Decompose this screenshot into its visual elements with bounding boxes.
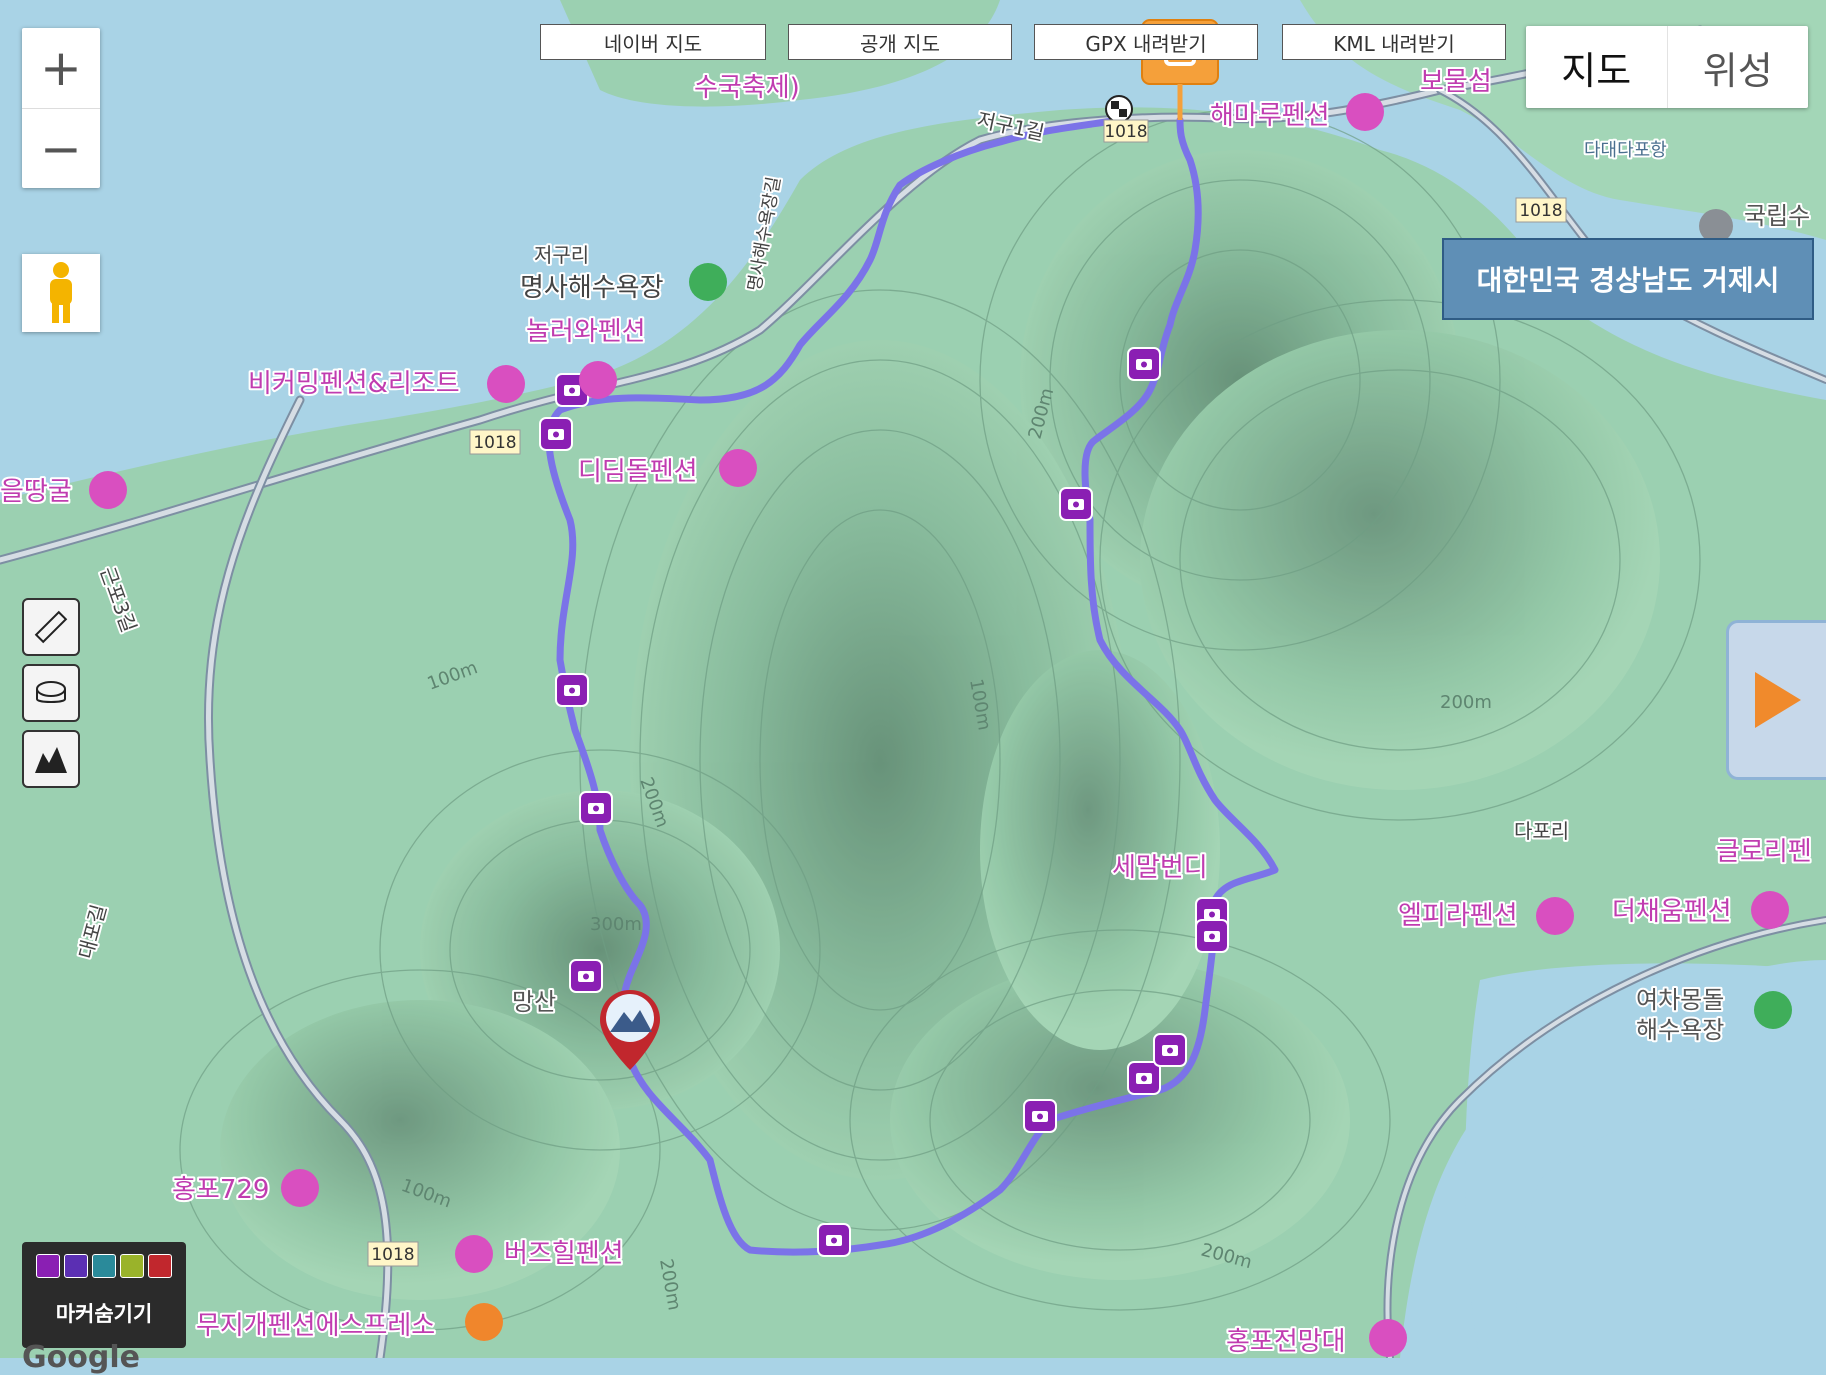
- marker-hide-button[interactable]: 마커숨기기: [22, 1242, 186, 1348]
- ruler-icon[interactable]: [22, 598, 80, 656]
- svg-text:홍포전망대: 홍포전망대: [1226, 1327, 1346, 1357]
- svg-text:1018: 1018: [371, 1245, 414, 1265]
- svg-text:무지개펜션에스프레소: 무지개펜션에스프레소: [196, 1311, 435, 1341]
- svg-text:놀러와펜션: 놀러와펜션: [526, 317, 646, 347]
- svg-text:명사해수욕장: 명사해수욕장: [520, 273, 664, 303]
- public-map-button[interactable]: 공개 지도: [788, 24, 1012, 60]
- finish-flag-icon[interactable]: [1105, 95, 1133, 123]
- zoom-control: + −: [22, 28, 100, 188]
- svg-text:국립수: 국립수: [1744, 202, 1810, 230]
- svg-text:다포리: 다포리: [1514, 819, 1569, 843]
- svg-text:더채움펜션: 더채움펜션: [1612, 897, 1732, 927]
- gpx-download-button[interactable]: GPX 내려받기: [1034, 24, 1258, 60]
- svg-text:을땅굴: 을땅굴: [0, 477, 72, 507]
- svg-text:보물섬: 보물섬: [1420, 67, 1492, 97]
- zoom-out-button[interactable]: −: [22, 108, 100, 189]
- svg-text:망산: 망산: [512, 988, 556, 1016]
- svg-text:해마루펜션: 해마루펜션: [1210, 101, 1330, 131]
- svg-text:여차몽돌: 여차몽돌: [1636, 986, 1724, 1014]
- svg-text:저구리: 저구리: [534, 243, 589, 267]
- svg-text:해수욕장: 해수욕장: [1636, 1016, 1724, 1044]
- satellite-view-button[interactable]: 위성: [1666, 26, 1809, 108]
- street-view-pegman-icon[interactable]: [22, 254, 100, 332]
- svg-text:1018: 1018: [1519, 201, 1562, 221]
- svg-text:수국축제): 수국축제): [694, 73, 800, 103]
- svg-text:디딤돌펜션: 디딤돌펜션: [578, 457, 698, 487]
- kml-download-button[interactable]: KML 내려받기: [1282, 24, 1506, 60]
- svg-text:글로리펜: 글로리펜: [1716, 837, 1812, 867]
- naver-map-button[interactable]: 네이버 지도: [540, 24, 766, 60]
- map-view-button[interactable]: 지도: [1526, 26, 1667, 108]
- location-label: 대한민국 경상남도 거제시: [1442, 238, 1814, 320]
- svg-text:200m: 200m: [1440, 692, 1492, 713]
- svg-text:1018: 1018: [473, 433, 516, 453]
- svg-text:홍포729: 홍포729: [172, 1175, 269, 1205]
- svg-text:1018: 1018: [1104, 122, 1147, 142]
- play-arrow-icon: [1754, 672, 1801, 728]
- marker-hide-label: 마커숨기기: [55, 1302, 153, 1326]
- svg-text:버즈힐펜션: 버즈힐펜션: [504, 1239, 624, 1269]
- zoom-in-button[interactable]: +: [22, 28, 100, 108]
- elevation-profile-icon[interactable]: [22, 730, 80, 788]
- map-type-toggle: 지도 위성: [1526, 26, 1808, 108]
- side-panel-toggle[interactable]: [1726, 620, 1826, 780]
- marker-type-icons: [22, 1242, 186, 1278]
- svg-text:비커밍펜션&리조트: 비커밍펜션&리조트: [248, 369, 460, 399]
- svg-text:300m: 300m: [590, 914, 642, 935]
- svg-text:다대다포항: 다대다포항: [1584, 140, 1667, 161]
- svg-text:세말번디: 세말번디: [1112, 853, 1208, 883]
- tape-measure-icon[interactable]: [22, 664, 80, 722]
- topographic-map[interactable]: 1018 1018 1018 1018 100m 200m 300m 100m …: [0, 0, 1826, 1358]
- svg-text:엘피라펜션: 엘피라펜션: [1398, 901, 1518, 931]
